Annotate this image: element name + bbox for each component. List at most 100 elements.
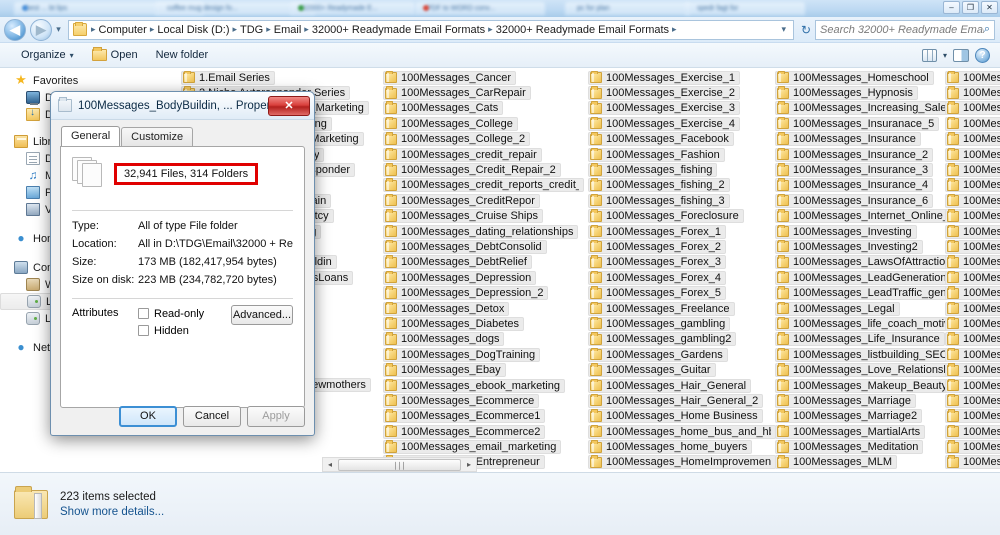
search-box[interactable]: Search 32000+ Readymade Email For... ⌕ xyxy=(815,20,995,40)
file-list-item[interactable]: 100Messages_Insurance_3 xyxy=(774,162,964,177)
breadcrumb-item-tdg[interactable]: TDG xyxy=(238,24,265,36)
file-list-item[interactable]: 100Messages_Motivation xyxy=(944,116,1000,131)
file-list-item[interactable]: 100Messages_MLM xyxy=(774,455,964,470)
file-list-item[interactable]: 100Messages_Diabetes xyxy=(382,316,587,331)
file-list-item[interactable]: 100Messages_Detox xyxy=(382,301,587,316)
file-list-item[interactable]: 100Messages_LeadGeneration xyxy=(774,270,964,285)
file-list-item[interactable]: 100Messages_fishing xyxy=(587,162,779,177)
file-list-item[interactable]: 100Messages_Marriage xyxy=(774,393,964,408)
breadcrumb-dropdown-icon[interactable]: ▾ xyxy=(776,24,791,35)
file-list-item[interactable]: 100Messages_Running xyxy=(944,424,1000,439)
scrollbar-thumb[interactable]: ∣∣∣ xyxy=(338,459,461,471)
file-list-item[interactable]: 100Messages_Legal xyxy=(774,301,964,316)
file-list-item[interactable]: 100Messages_credit_repair xyxy=(382,147,587,162)
file-list-item[interactable]: 100Messages_listbuilding_SEO xyxy=(774,347,964,362)
file-list-item[interactable]: 100Messages_Cancer xyxy=(382,70,587,85)
file-list-item[interactable]: 100Messages_Hair_General_2 xyxy=(587,393,779,408)
file-list-item[interactable]: 100Messages_Parenting xyxy=(944,255,1000,270)
file-list-item[interactable]: 100Messages_Exercise_2 xyxy=(587,85,779,100)
file-list-item[interactable]: 100Messages_Mobile xyxy=(944,70,1000,85)
file-list-item[interactable]: 100Messages_CarRepair xyxy=(382,85,587,100)
minimize-button[interactable]: – xyxy=(943,1,960,14)
file-list-item[interactable]: 100Messages_Recipes xyxy=(944,378,1000,393)
file-list-item[interactable]: 100Messages_Credit_Repair_2 xyxy=(382,162,587,177)
file-list-item[interactable]: 100Messages_life_coach_motivation xyxy=(774,316,964,331)
file-list-item[interactable]: 100Messages_Home Business xyxy=(587,409,779,424)
show-more-details-link[interactable]: Show more details... xyxy=(60,506,164,518)
file-list-item[interactable]: 100Messages_Insuranace_5 xyxy=(774,116,964,131)
tab-general[interactable]: General xyxy=(61,126,120,146)
file-list-item[interactable]: 100Messages_Mortgage xyxy=(944,101,1000,116)
scroll-right-icon[interactable]: ▸ xyxy=(462,460,476,469)
file-list-item[interactable]: 100Messages_DebtConsolid xyxy=(382,239,587,254)
breadcrumb-item-email[interactable]: Email xyxy=(272,24,304,36)
maximize-button[interactable]: ❐ xyxy=(962,1,979,14)
file-list-item[interactable]: 100Messages_Makeup_Beauty xyxy=(774,378,964,393)
file-list-item[interactable]: 100Messages_Exercise_3 xyxy=(587,101,779,116)
file-list-item[interactable]: 100Messages_Internet_Online_Dating xyxy=(774,209,964,224)
file-list-item[interactable]: 100Messages_Photography xyxy=(944,270,1000,285)
file-list-item[interactable]: 100Messages_Hair_General xyxy=(587,378,779,393)
close-button[interactable]: ✕ xyxy=(981,1,998,14)
file-list-item[interactable]: 100Messages_Forex_3 xyxy=(587,255,779,270)
search-input[interactable]: Search 32000+ Readymade Email For... xyxy=(820,24,984,36)
file-list-item[interactable]: 100Messages_Depression_2 xyxy=(382,285,587,300)
file-list-item[interactable]: 100Messages_Gardens xyxy=(587,347,779,362)
breadcrumb-item-computer[interactable]: Computer xyxy=(97,24,149,36)
file-list-item[interactable]: 100Messages_Insurance_2 xyxy=(774,147,964,162)
file-list-item[interactable]: 100Messages_Scrapbooking xyxy=(944,455,1000,470)
file-list-item[interactable]: 100Messages_Muscle xyxy=(944,132,1000,147)
file-list-item[interactable]: 100Messages_fishing_2 xyxy=(587,178,779,193)
advanced-button[interactable]: Advanced... xyxy=(231,305,293,325)
file-list-item[interactable]: 100Messages_Exercise_4 xyxy=(587,116,779,131)
file-list-item[interactable]: 100Messages_Investing xyxy=(774,224,964,239)
horizontal-scrollbar[interactable]: ◂ ∣∣∣ ▸ xyxy=(322,457,477,472)
file-list-item[interactable]: 100Messages_Homeschool xyxy=(774,70,964,85)
file-list-item[interactable]: 100Messages_Foreclosure xyxy=(587,209,779,224)
file-list-item[interactable]: 100Messages_LeadTraffic_generation xyxy=(774,285,964,300)
file-list-item[interactable]: 100Messages_PublicSpeak xyxy=(944,347,1000,362)
file-list-item[interactable]: 100Messages_dogs xyxy=(382,332,587,347)
file-list-item[interactable]: 100Messages_Network xyxy=(944,178,1000,193)
close-icon[interactable]: ✕ xyxy=(268,96,310,116)
file-list-item[interactable]: 100Messages_Natural xyxy=(944,162,1000,177)
file-list-item[interactable]: 100Messages_RealEstate xyxy=(944,362,1000,377)
browser-tab[interactable]: 32000+ Readymade E... xyxy=(290,2,415,15)
file-list-item[interactable]: 100Messages_Freelance xyxy=(587,301,779,316)
readonly-checkbox-row[interactable]: Read-only xyxy=(138,305,231,322)
file-list-item[interactable]: 100Messages_Ecommerce1 xyxy=(382,409,587,424)
file-list-item[interactable]: 100Messages_Property xyxy=(944,332,1000,347)
file-list-item[interactable]: 1.Email Series xyxy=(180,70,395,85)
hidden-checkbox[interactable] xyxy=(138,325,149,336)
breadcrumb[interactable]: ▸ Computer ▸ Local Disk (D:) ▸ TDG ▸ Ema… xyxy=(68,20,794,40)
file-list-item[interactable]: 100Messages_home_buyers xyxy=(587,439,779,454)
file-list-item[interactable]: 100Messages_Ecommerce2 xyxy=(382,424,587,439)
file-list-item[interactable]: 100Messages_credit_reports_credit_monito… xyxy=(382,178,587,193)
breadcrumb-item-local-disk[interactable]: Local Disk (D:) xyxy=(155,24,231,36)
file-list-item[interactable]: 100Messages_Pregnancy xyxy=(944,316,1000,331)
file-list-item[interactable]: 100Messages_College xyxy=(382,116,587,131)
sidebar-item-favorites[interactable]: ★ Favorites xyxy=(0,72,160,89)
file-list-item[interactable]: 100Messages_Marriage2 xyxy=(774,409,964,424)
file-list-item[interactable]: 100Messages_Relationship xyxy=(944,393,1000,408)
file-list-item[interactable]: 100Messages_Forex_5 xyxy=(587,285,779,300)
file-list-item[interactable]: 100Messages_fishing_3 xyxy=(587,193,779,208)
forward-button[interactable]: ▶ xyxy=(30,19,52,41)
file-list-item[interactable]: 100Messages_home_bus_and_hb_owners xyxy=(587,424,779,439)
file-list-item[interactable]: 100Messages_Niche xyxy=(944,193,1000,208)
apply-button[interactable]: Apply xyxy=(247,406,305,427)
file-list-item[interactable]: 100Messages_HomeImprovement xyxy=(587,455,779,470)
ok-button[interactable]: OK xyxy=(119,406,177,427)
file-list-item[interactable]: 100Messages_gambling xyxy=(587,316,779,331)
file-list-item[interactable]: 100Messages_Poker xyxy=(944,301,1000,316)
file-list-item[interactable]: 100Messages_Increasing_Sales xyxy=(774,101,964,116)
file-list-item[interactable]: 100Messages_Insurance xyxy=(774,132,964,147)
cancel-button[interactable]: Cancel xyxy=(183,406,241,427)
file-list-item[interactable]: 100Messages_Organic xyxy=(944,239,1000,254)
file-list-item[interactable]: 100Messages_Insurance_4 xyxy=(774,178,964,193)
file-list-item[interactable]: 100Messages_Forex_1 xyxy=(587,224,779,239)
file-list-item[interactable]: 100Messages_Nutrition xyxy=(944,209,1000,224)
file-list-item[interactable]: 100Messages_Guitar xyxy=(587,362,779,377)
file-list-item[interactable]: 100Messages_Online xyxy=(944,224,1000,239)
readonly-checkbox[interactable] xyxy=(138,308,149,319)
